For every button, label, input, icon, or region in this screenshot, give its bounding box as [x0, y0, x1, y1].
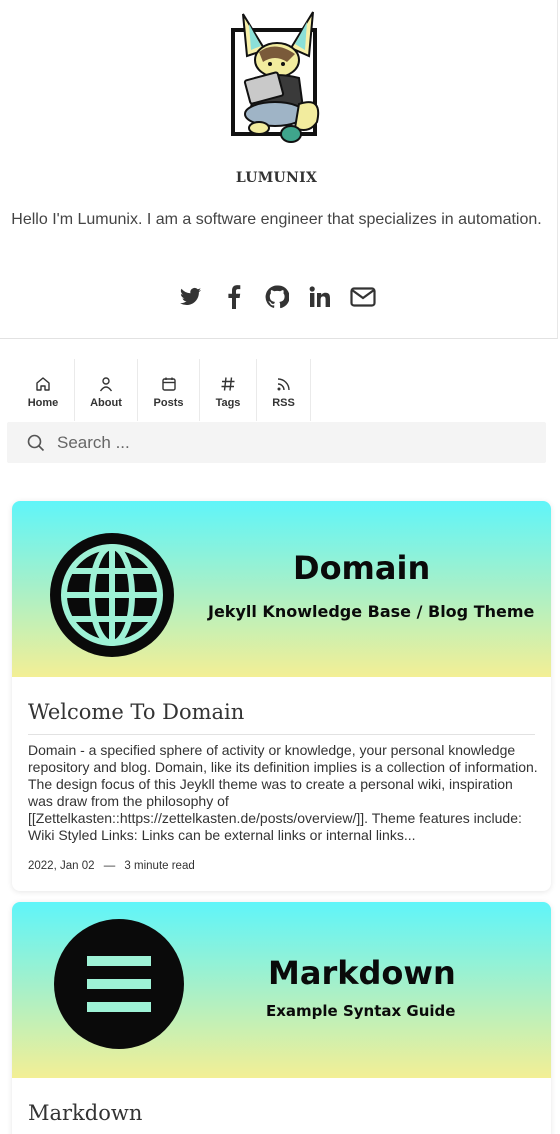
- post-excerpt: Domain - a specified sphere of activity …: [28, 742, 538, 843]
- read-time: 3 minute read: [124, 860, 195, 872]
- globe-icon: [46, 529, 178, 666]
- facebook-icon[interactable]: [221, 284, 247, 310]
- social-links: [0, 284, 553, 310]
- nav-tags[interactable]: Tags: [200, 359, 257, 421]
- nav-tags-label: Tags: [215, 397, 241, 409]
- post-banner[interactable]: Markdown Example Syntax Guide: [12, 902, 551, 1078]
- post-card[interactable]: Domain Jekyll Knowledge Base / Blog Them…: [12, 501, 551, 891]
- menu-lines-icon: [53, 918, 185, 1055]
- nav-home[interactable]: Home: [12, 359, 75, 421]
- banner-title: Domain: [293, 549, 431, 587]
- site-tagline: Hello I'm Lumunix. I am a software engin…: [11, 211, 542, 228]
- twitter-icon[interactable]: [178, 284, 204, 310]
- meta-separator: —: [103, 860, 116, 872]
- banner-title: Markdown: [268, 954, 456, 992]
- email-icon[interactable]: [349, 284, 376, 310]
- calendar-icon: [160, 375, 178, 393]
- search-icon: [27, 433, 47, 453]
- site-header: LUMUNIX Hello I'm Lumunix. I am a softwa…: [0, 0, 558, 339]
- avatar[interactable]: [225, 10, 325, 150]
- search-input[interactable]: [57, 432, 517, 453]
- post-title[interactable]: Welcome To Domain: [28, 700, 244, 724]
- search-bar: [7, 422, 546, 463]
- user-icon: [97, 375, 115, 393]
- linkedin-icon[interactable]: [307, 284, 333, 310]
- banner-subtitle: Jekyll Knowledge Base / Blog Theme: [208, 602, 535, 621]
- nav-about-label: About: [90, 397, 122, 409]
- nav-posts-label: Posts: [153, 397, 184, 409]
- title-divider: [28, 734, 535, 735]
- post-date: 2022, Jan 02: [28, 860, 95, 872]
- banner-subtitle: Example Syntax Guide: [266, 1002, 456, 1020]
- home-icon: [34, 375, 52, 393]
- nav-rss[interactable]: RSS: [257, 359, 311, 421]
- nav-about[interactable]: About: [75, 359, 138, 421]
- nav-rss-label: RSS: [272, 397, 295, 409]
- main-nav: Home About Posts Tags RSS: [12, 359, 311, 421]
- post-meta: 2022, Jan 02 — 3 minute read: [28, 860, 195, 872]
- nav-posts[interactable]: Posts: [138, 359, 200, 421]
- post-title[interactable]: Markdown: [28, 1101, 142, 1125]
- hash-icon: [219, 375, 237, 393]
- post-card[interactable]: Markdown Example Syntax Guide Markdown: [12, 902, 551, 1134]
- rss-icon: [275, 375, 293, 393]
- post-banner[interactable]: Domain Jekyll Knowledge Base / Blog Them…: [12, 501, 551, 677]
- site-title[interactable]: LUMUNIX: [0, 170, 553, 186]
- github-icon[interactable]: [264, 284, 290, 310]
- nav-home-label: Home: [27, 397, 59, 409]
